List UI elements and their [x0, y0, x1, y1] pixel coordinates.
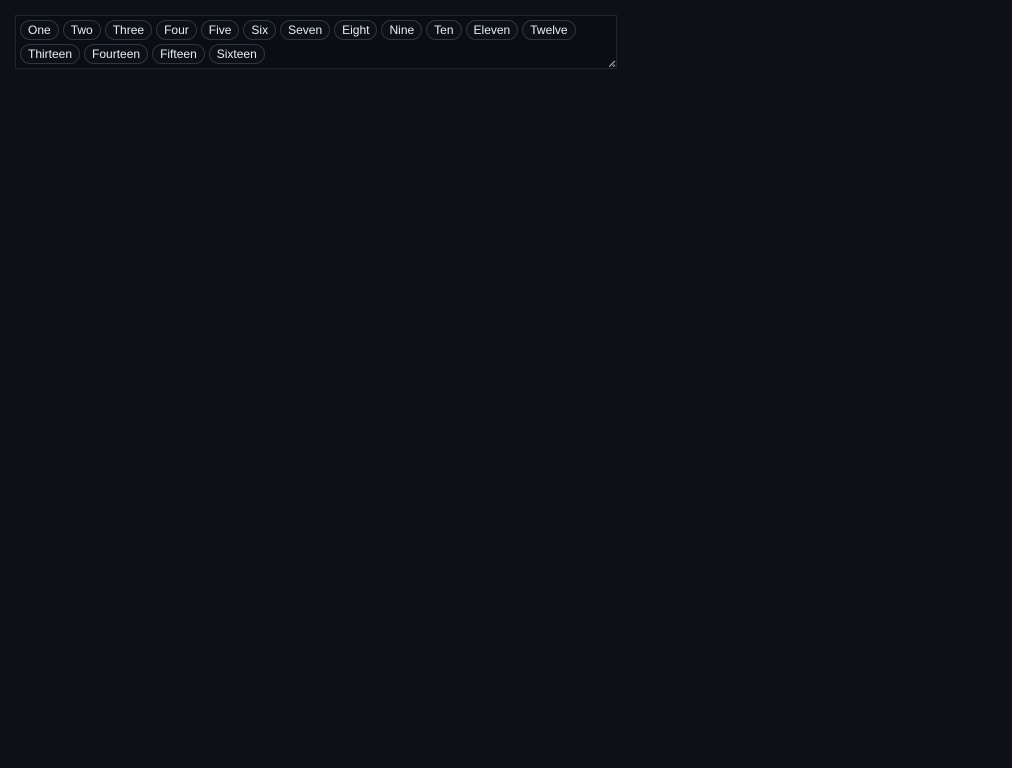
tag-chip-fourteen[interactable]: Fourteen [84, 44, 149, 64]
tag-chip-one[interactable]: One [20, 20, 59, 40]
tag-chip-three[interactable]: Three [104, 20, 153, 40]
tag-chip-nine[interactable]: Nine [381, 20, 423, 40]
tag-chip-thirteen[interactable]: Thirteen [20, 44, 81, 64]
tag-chip-fifteen[interactable]: Fifteen [152, 44, 205, 64]
tag-chip-five[interactable]: Five [200, 20, 240, 40]
tag-chip-six[interactable]: Six [243, 20, 277, 40]
tag-chip-seven[interactable]: Seven [280, 20, 331, 40]
tag-chip-two[interactable]: Two [62, 20, 101, 40]
tag-chip-eight[interactable]: Eight [334, 20, 378, 40]
tag-chip-twelve[interactable]: Twelve [522, 20, 576, 40]
resize-handle-icon[interactable] [608, 60, 614, 66]
tag-chip-sixteen[interactable]: Sixteen [208, 44, 265, 64]
tag-chip-eleven[interactable]: Eleven [465, 20, 519, 40]
tag-container[interactable]: One Two Three Four Five Six Seven Eight Nine Ten E… [15, 15, 617, 69]
tag-chip-four[interactable]: Four [156, 20, 197, 40]
tag-chip-ten[interactable]: Ten [426, 20, 462, 40]
